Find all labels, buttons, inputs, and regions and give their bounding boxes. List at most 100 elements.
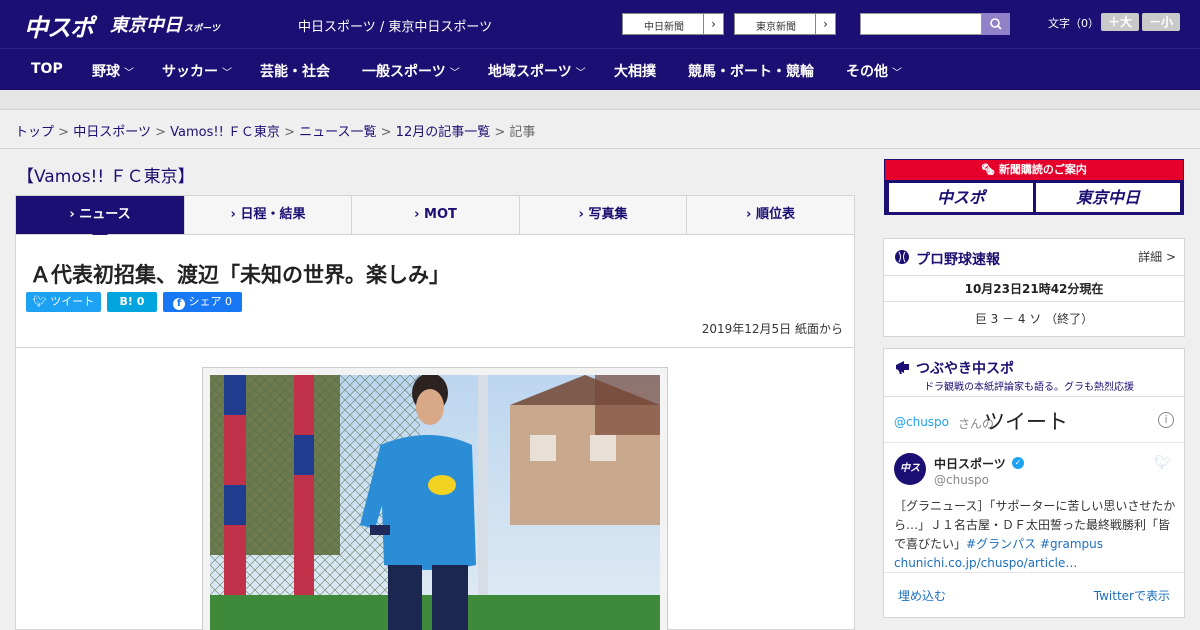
breadcrumb-link-december[interactable]: 12月の記事一覧 [396, 125, 491, 140]
subscription-title-text: 新聞購読のご案内 [998, 163, 1087, 176]
tab-mot[interactable]: › MOT [352, 196, 520, 234]
info-icon[interactable]: i [1158, 412, 1174, 428]
tab-news[interactable]: › ニュース [16, 196, 185, 242]
category-title: 【Vamos!! ＦＣ東京】 [17, 167, 195, 187]
font-larger-button[interactable]: ＋大 [1101, 13, 1139, 31]
score-timestamp: 10月23日21時42分現在 [964, 282, 1104, 296]
game-result[interactable]: 巨 3 － 4 ソ （終了） [884, 310, 1184, 327]
divider [16, 347, 854, 348]
search-button[interactable] [982, 13, 1010, 35]
tokyo-shimbun-link[interactable]: 東京新聞 › [734, 13, 836, 35]
breadcrumb-separator: > [284, 125, 295, 140]
facebook-share-button[interactable]: f シェア 0 [163, 292, 242, 312]
twitter-bird-icon[interactable]: 🐦︎ [1154, 455, 1172, 471]
view-on-twitter-link[interactable]: Twitterで表示 [1094, 587, 1170, 604]
nav-item-local-sports[interactable]: 地域スポーツ ﹀ [488, 61, 586, 81]
tweet-button-label: ツイート [50, 295, 95, 308]
tokyo-chunichi-logo[interactable]: 東京中日 スポーツ [110, 11, 220, 37]
chevron-down-icon: ﹀ [575, 68, 586, 79]
twitter-widget: つぶやき中スポ ドラ観戦の本紙評論家も語る。グラも熱烈応援 @chuspo さん… [883, 348, 1185, 618]
breadcrumb: トップ > 中日スポーツ > Vamos!! ＦＣ東京 > ニュース一覧 > 1… [15, 121, 535, 140]
breadcrumb-current: 記事 [509, 125, 536, 140]
tweet-account-name[interactable]: 中日スポーツ [934, 455, 1006, 472]
breadcrumb-link-news-list[interactable]: ニュース一覧 [299, 125, 376, 140]
chevron-down-icon: ﹀ [449, 68, 460, 79]
tweet-account-handle[interactable]: @chuspo [934, 473, 989, 487]
breadcrumb-link-top[interactable]: トップ [15, 125, 54, 140]
article-photo-frame [202, 367, 668, 630]
font-smaller-button[interactable]: －小 [1142, 13, 1180, 31]
timeline-handle-link[interactable]: @chuspo [894, 415, 949, 429]
breadcrumb-separator: > [494, 125, 506, 140]
tweet-text: ［グラニュース］「サポーターに苦しい思いさせたから…」Ｊ１名古屋・ＤＦ太田誓った… [894, 497, 1178, 573]
nav-item-general-sports[interactable]: 一般スポーツ ﹀ [362, 61, 460, 81]
chunichi-shimbun-link[interactable]: 中日新聞 › [622, 13, 724, 35]
tokyo-logo-small: スポーツ [184, 24, 220, 34]
nav-label: サッカー [162, 64, 218, 80]
tab-label: ニュース [79, 207, 131, 222]
nav-item-entertainment[interactable]: 芸能・社会 [260, 61, 330, 81]
nav-item-soccer[interactable]: サッカー ﹀ [162, 61, 232, 81]
tab-label: 日程・結果 [240, 207, 306, 222]
baseball-score-widget: プロ野球速報 詳細 > 10月23日21時42分現在 巨 3 － 4 ソ （終了… [883, 238, 1185, 337]
tab-label: MOT [424, 207, 457, 222]
font-size-label: 文字（0） [1048, 17, 1099, 30]
article-photo[interactable] [210, 375, 660, 630]
tab-schedule[interactable]: › 日程・結果 [185, 196, 352, 234]
tab-standings[interactable]: › 順位表 [687, 196, 854, 234]
search-input[interactable] [860, 13, 982, 35]
nav-label: TOP [31, 61, 63, 77]
score-detail-link[interactable]: 詳細 > [1138, 248, 1176, 265]
chevron-down-icon: ﹀ [892, 68, 902, 79]
subscription-banner[interactable]: 🗞︎ 新聞購読のご案内 中スポ 東京中日 [884, 159, 1184, 215]
twitter-bird-icon: 🐦︎ [32, 295, 47, 308]
nav-label: 野球 [92, 64, 120, 80]
twitter-widget-subtitle: ドラ観戦の本紙評論家も語る。グラも熱烈応援 [924, 382, 1134, 393]
subscription-banner-title: 🗞︎ 新聞購読のご案内 [885, 160, 1183, 180]
chevron-right-icon: › [815, 14, 835, 34]
tweet-hashtags[interactable]: #グランパス #grampus [966, 537, 1103, 551]
nav-label: 一般スポーツ [362, 64, 446, 80]
nav-item-other[interactable]: その他 ﹀ [846, 61, 902, 81]
avatar[interactable]: 中ス [894, 453, 926, 485]
hatena-bookmark-button[interactable]: B! 0 [107, 292, 157, 312]
article-dateline: 2019年12月5日 紙面から [701, 322, 843, 336]
breadcrumb-link-fc-tokyo[interactable]: Vamos!! ＦＣ東京 [170, 125, 280, 140]
site-header: 中スポ 東京中日 スポーツ 中日スポーツ / 東京中日スポーツ 中日新聞 › 東京… [0, 0, 1200, 48]
nav-label: 大相撲 [614, 64, 656, 80]
nav-item-baseball[interactable]: 野球 ﹀ [92, 61, 134, 81]
search-icon [990, 18, 1002, 30]
nav-label: 芸能・社会 [260, 64, 330, 80]
facebook-icon: f [173, 298, 185, 310]
chevron-down-icon: ﹀ [124, 68, 134, 79]
nav-item-racing[interactable]: 競馬・ボート・競輪 [688, 61, 814, 81]
nav-item-sumo[interactable]: 大相撲 [614, 61, 656, 81]
article-headline: Ａ代表初招集、渡辺「未知の世界。楽しみ」 [30, 263, 450, 287]
chevron-down-icon: ﹀ [222, 68, 232, 79]
twitter-widget-title: つぶやき中スポ [916, 361, 1014, 377]
divider [884, 442, 1184, 443]
timeline-tweet-heading: ツイート [984, 410, 1068, 434]
breadcrumb-separator: > [380, 125, 392, 140]
nav-label: その他 [846, 64, 888, 80]
tab-photos[interactable]: › 写真集 [520, 196, 687, 234]
score-widget-title: プロ野球速報 [916, 252, 1000, 268]
player-photo-illustration [210, 375, 660, 630]
nav-item-top[interactable]: TOP [31, 61, 63, 77]
hatena-count: 0 [136, 295, 145, 308]
chevron-right-icon: › [703, 14, 723, 34]
divider [884, 301, 1184, 302]
tweet-link[interactable]: chunichi.co.jp/chuspo/article… [894, 556, 1077, 570]
site-title[interactable]: 中日スポーツ / 東京中日スポーツ [298, 16, 492, 35]
megaphone-icon [896, 361, 909, 374]
facebook-share-label: シェア [188, 295, 222, 308]
verified-badge-icon: ✓ [1012, 457, 1024, 469]
tokyo-logo-text: 東京中日 [110, 15, 182, 36]
tweet-button[interactable]: 🐦︎ ツイート [26, 292, 101, 312]
tab-label: 順位表 [755, 207, 795, 222]
embed-link[interactable]: 埋め込む [898, 587, 946, 604]
tokyo-chunichi-subscribe-button[interactable]: 東京中日 [1036, 183, 1180, 212]
chuspo-subscribe-button[interactable]: 中スポ [889, 183, 1033, 212]
chuspo-logo[interactable]: 中スポ [24, 8, 94, 43]
breadcrumb-link-chunichi-sports[interactable]: 中日スポーツ [73, 125, 151, 140]
